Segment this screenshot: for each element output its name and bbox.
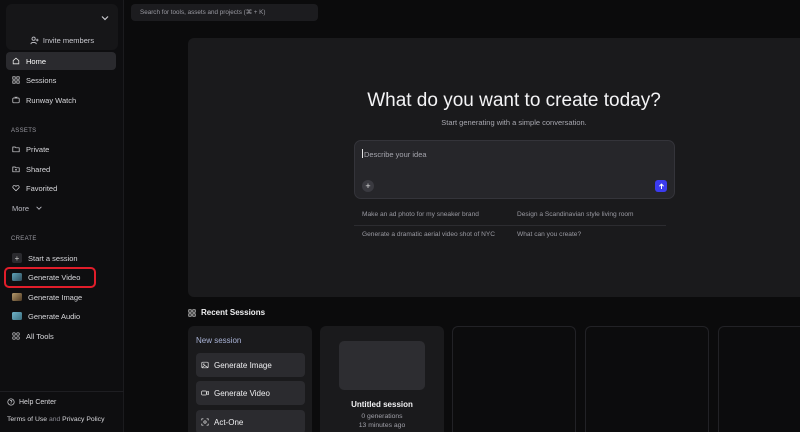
- create-section-label: CREATE: [11, 236, 37, 242]
- image-icon: [201, 361, 209, 369]
- help-circle-icon: [7, 398, 15, 406]
- grid-icon: [12, 76, 20, 84]
- workspace-switcher[interactable]: Invite members: [6, 4, 118, 50]
- divider: [0, 391, 124, 392]
- arrow-up-icon: [658, 182, 664, 189]
- session-updated: 13 minutes ago: [358, 422, 406, 429]
- sidebar-item-label: All Tools: [26, 331, 54, 341]
- session-name: Untitled session: [351, 400, 413, 409]
- suggestion-chip[interactable]: Generate a dramatic aerial video shot of…: [362, 231, 495, 238]
- button-label: Generate Image: [214, 360, 272, 370]
- sidebar-item-label: Home: [26, 56, 47, 66]
- sidebar-item-label: Generate Image: [28, 292, 83, 302]
- user-plus-icon: [30, 36, 39, 45]
- assets-section-label: ASSETS: [11, 128, 37, 134]
- plus-icon: +: [12, 253, 22, 263]
- new-session-title: New session: [196, 336, 242, 345]
- audio-thumb-icon: [12, 312, 22, 320]
- new-session-act-one-button[interactable]: Act-One: [196, 410, 305, 432]
- sidebar-item-label: Private: [26, 144, 50, 154]
- suggestion-chip[interactable]: Make an ad photo for my sneaker brand: [362, 211, 479, 218]
- tv-icon: [12, 96, 20, 104]
- text-caret: [362, 149, 363, 158]
- highlight-annotation: [4, 267, 96, 288]
- sidebar-more-toggle[interactable]: More: [6, 199, 116, 217]
- send-button[interactable]: [655, 180, 667, 192]
- sidebar-item-shared[interactable]: Shared: [6, 160, 116, 178]
- sidebar-item-favorited[interactable]: Favorited: [6, 179, 116, 197]
- prompt-box[interactable]: Describe your idea +: [354, 140, 675, 199]
- button-label: Generate Video: [214, 388, 270, 398]
- terms-link[interactable]: Terms of Use: [7, 416, 47, 423]
- page-subtitle: Start generating with a simple conversat…: [441, 118, 587, 127]
- new-session-generate-video-button[interactable]: Generate Video: [196, 381, 305, 405]
- suggestion-chip[interactable]: What can you create?: [517, 231, 581, 238]
- sidebar-item-all-tools[interactable]: All Tools: [6, 327, 116, 345]
- more-label: More: [12, 203, 30, 213]
- session-preview: [339, 341, 425, 390]
- new-session-generate-image-button[interactable]: Generate Image: [196, 353, 305, 377]
- image-thumb-icon: [12, 293, 22, 301]
- sidebar-item-label: Start a session: [28, 253, 78, 263]
- sidebar-item-sessions[interactable]: Sessions: [6, 71, 116, 89]
- session-generations: 0 generations: [361, 413, 403, 420]
- invite-members-button[interactable]: Invite members: [6, 36, 118, 45]
- sidebar-item-generate-audio[interactable]: Generate Audio: [6, 307, 116, 325]
- divider: [354, 225, 666, 226]
- folder-icon: [12, 146, 20, 153]
- prompt-placeholder: Describe your idea: [364, 150, 427, 159]
- home-icon: [12, 57, 20, 65]
- sessions-grid-icon: [188, 308, 196, 317]
- sidebar-item-label: Sessions: [26, 75, 57, 85]
- recent-sessions-label: Recent Sessions: [201, 308, 266, 317]
- chevron-down-icon: [36, 206, 42, 210]
- help-center-label: Help Center: [19, 398, 57, 406]
- sidebar-item-generate-image[interactable]: Generate Image: [6, 288, 116, 306]
- sidebar-item-label: Generate Audio: [28, 311, 81, 321]
- new-session-card: New session Generate Image Generate Vide…: [188, 326, 312, 432]
- act-one-icon: [201, 418, 209, 426]
- help-center-link[interactable]: Help Center: [7, 398, 56, 406]
- suggestion-chip[interactable]: Design a Scandinavian style living room: [517, 211, 634, 218]
- plus-icon: +: [365, 180, 371, 191]
- hero-panel: What do you want to create today? Start …: [188, 38, 800, 297]
- sidebar: Invite members Home Sessions Runway Watc…: [0, 0, 124, 432]
- empty-session-slot: [452, 326, 576, 432]
- sidebar-item-home[interactable]: Home: [6, 52, 116, 70]
- session-card[interactable]: Untitled session 0 generations 13 minute…: [320, 326, 444, 432]
- video-icon: [201, 390, 209, 396]
- sidebar-item-label: Shared: [26, 164, 51, 174]
- button-label: Act-One: [214, 417, 244, 427]
- sidebar-item-label: Runway Watch: [26, 95, 77, 105]
- add-attachment-button[interactable]: +: [362, 180, 374, 192]
- empty-session-slot: [585, 326, 709, 432]
- privacy-link[interactable]: Privacy Policy: [62, 416, 104, 423]
- and-text: and: [48, 416, 61, 423]
- sidebar-item-private[interactable]: Private: [6, 140, 116, 158]
- folder-shared-icon: [12, 166, 20, 173]
- invite-members-label: Invite members: [42, 36, 95, 45]
- sidebar-item-start-session[interactable]: + Start a session: [6, 249, 116, 267]
- sidebar-item-runway-watch[interactable]: Runway Watch: [6, 91, 116, 109]
- apps-grid-icon: [12, 332, 20, 340]
- search-input[interactable]: Search for tools, assets and projects (⌘…: [131, 4, 318, 21]
- prompt-input[interactable]: Describe your idea: [362, 149, 427, 159]
- legal-links: Terms of Use and Privacy Policy: [7, 416, 104, 423]
- chevron-down-icon: [101, 16, 109, 21]
- page-title: What do you want to create today?: [367, 90, 661, 111]
- empty-session-slot: [718, 326, 800, 432]
- heart-icon: [12, 185, 20, 192]
- recent-sessions-heading: Recent Sessions: [188, 308, 265, 317]
- sidebar-item-label: Favorited: [26, 183, 58, 193]
- search-placeholder: Search for tools, assets and projects (⌘…: [140, 9, 266, 16]
